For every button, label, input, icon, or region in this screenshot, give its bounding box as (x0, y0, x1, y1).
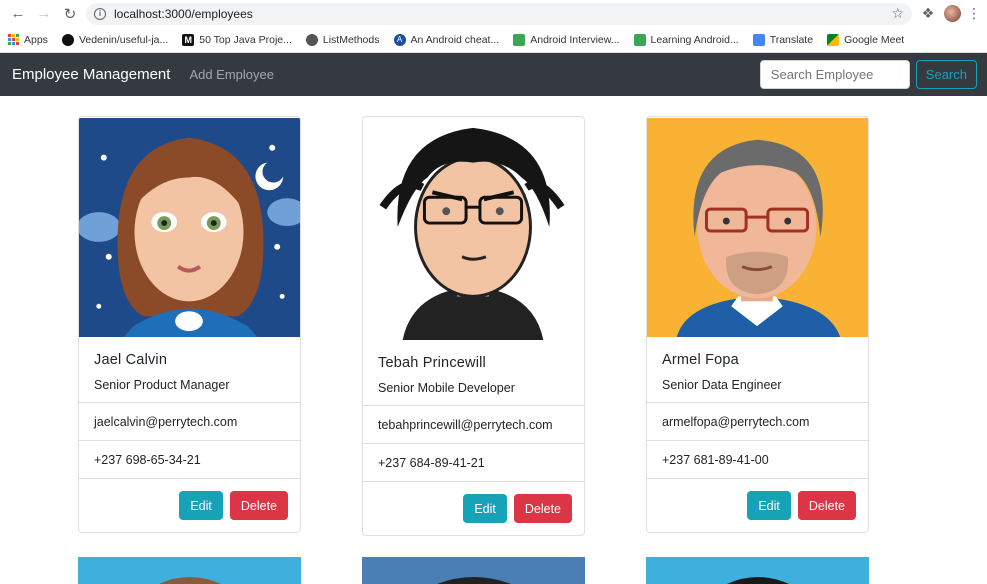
delete-button[interactable]: Delete (797, 491, 856, 520)
edit-button[interactable]: Edit (179, 491, 223, 520)
delete-button[interactable]: Delete (513, 494, 572, 523)
learning-icon (633, 33, 646, 46)
employee-email: jaelcalvin@perrytech.com (79, 402, 300, 440)
bookmarks-bar: Apps Vedenin/useful-ja... M 50 Top Java … (0, 27, 987, 53)
bookmark-android-interview[interactable]: Android Interview... (513, 33, 620, 46)
browser-menu-icon[interactable]: ⋮ (967, 5, 981, 22)
employee-email: tebahprincewill@perrytech.com (363, 405, 584, 443)
android-icon: A (393, 33, 406, 46)
employee-card-partial (362, 557, 585, 584)
employee-phone: +237 681-89-41-00 (647, 440, 868, 478)
forward-icon[interactable]: → (34, 4, 54, 24)
bookmark-label: ListMethods (322, 33, 380, 46)
bookmark-label: An Android cheat... (410, 33, 500, 46)
bookmark-translate[interactable]: Translate (752, 33, 814, 46)
bookmark-android-cheat[interactable]: A An Android cheat... (393, 33, 500, 46)
employee-card-partial (78, 557, 301, 584)
male-glasses-avatar (363, 118, 584, 340)
employee-phone: +237 698-65-34-21 (79, 440, 300, 478)
female-avatar (79, 117, 300, 338)
site-info-icon[interactable]: i (94, 7, 106, 20)
employee-name: Jael Calvin (94, 352, 168, 368)
edit-button[interactable]: Edit (463, 494, 507, 523)
search-employee-input[interactable] (759, 60, 910, 89)
profile-avatar[interactable] (944, 5, 961, 22)
translate-icon (752, 33, 765, 46)
github-icon (61, 33, 74, 46)
employee-email: armelfopa@perrytech.com (647, 402, 868, 440)
medium-icon: M (182, 33, 195, 46)
delete-button[interactable]: Delete (229, 491, 288, 520)
bookmark-medium[interactable]: M 50 Top Java Proje... (182, 33, 292, 46)
bookmark-learning-android[interactable]: Learning Android... (633, 33, 739, 46)
employee-card: Jael Calvin Senior Product Manager jaelc… (78, 116, 301, 533)
bookmark-label: Translate (769, 33, 814, 46)
bookmark-listmethods[interactable]: ListMethods (305, 33, 380, 46)
employee-grid: Jael Calvin Senior Product Manager jaelc… (0, 96, 987, 584)
bookmark-label: Vedenin/useful-ja... (78, 33, 169, 46)
android-interview-icon (513, 33, 526, 46)
bookmark-star-icon[interactable]: ☆ (891, 5, 904, 22)
employee-name: Tebah Princewill (378, 355, 486, 371)
bookmark-github[interactable]: Vedenin/useful-ja... (61, 33, 169, 46)
card-actions: Edit Delete (79, 478, 300, 532)
add-employee-link[interactable]: Add Employee (189, 67, 274, 82)
url-text[interactable]: localhost:3000/employees (114, 7, 883, 21)
edit-button[interactable]: Edit (747, 491, 791, 520)
card-actions: Edit Delete (647, 478, 868, 532)
search-button[interactable]: Search (915, 60, 977, 89)
employee-title: Senior Data Engineer (662, 378, 782, 392)
address-bar[interactable]: i localhost:3000/employees ☆ (86, 2, 912, 25)
apps-grid-icon (8, 34, 19, 45)
bearded-avatar (647, 117, 868, 338)
employee-card: Armel Fopa Senior Data Engineer armelfop… (646, 116, 869, 533)
avatar-partial (727, 577, 789, 584)
employee-phone: +237 684-89-41-21 (363, 443, 584, 481)
extensions-icon[interactable]: ❖ (918, 5, 938, 22)
employee-card: Tebah Princewill Senior Mobile Developer… (362, 116, 585, 536)
avatar-partial (437, 577, 511, 584)
employee-card-partial (646, 557, 869, 584)
bookmark-label: Android Interview... (530, 33, 620, 46)
meet-icon (827, 33, 840, 46)
back-icon[interactable]: ← (8, 4, 28, 24)
bookmark-label: Learning Android... (650, 33, 739, 46)
employee-title: Senior Mobile Developer (378, 381, 515, 395)
employee-title: Senior Product Manager (94, 378, 230, 392)
browser-toolbar: ← → ↻ i localhost:3000/employees ☆ ❖ ⋮ (0, 0, 987, 27)
bookmark-label: 50 Top Java Proje... (199, 33, 292, 46)
employee-name: Armel Fopa (662, 352, 739, 368)
bookmark-google-meet[interactable]: Google Meet (827, 33, 905, 46)
app-navbar: Employee Management Add Employee Search (0, 53, 987, 96)
bookmark-label: Apps (24, 33, 48, 46)
globe-icon (305, 33, 318, 46)
bookmark-apps[interactable]: Apps (8, 34, 48, 46)
reload-icon[interactable]: ↻ (60, 4, 80, 24)
card-actions: Edit Delete (363, 481, 584, 535)
navbar-brand[interactable]: Employee Management (12, 66, 170, 83)
bookmark-label: Google Meet (844, 33, 905, 46)
avatar-partial (159, 577, 221, 584)
